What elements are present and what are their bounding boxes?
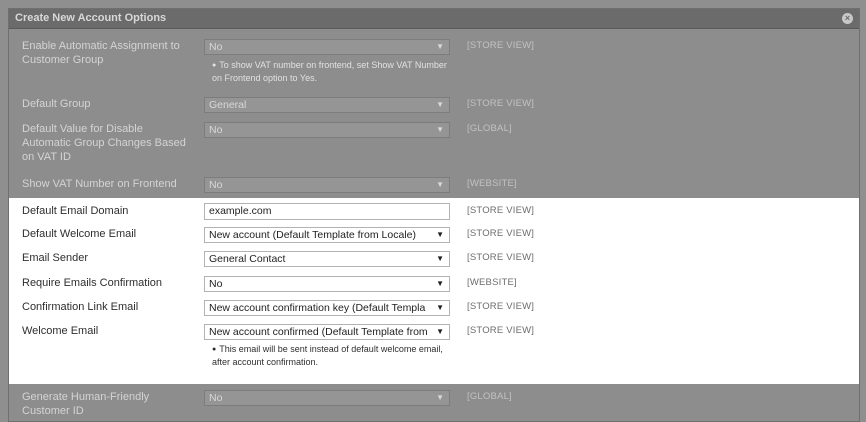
scope-label: [STORE VIEW] [467,98,535,109]
dropdown-arrow-icon: ▼ [436,230,444,239]
field-label: Default Group [22,98,91,110]
scope-label: [STORE VIEW] [467,325,535,336]
scope-label: [GLOBAL] [467,123,512,134]
default-welcome-email-select[interactable]: New account (Default Template from Local… [204,227,450,243]
field-label: Enable Automatic Assignment to Customer … [22,40,180,66]
select-value: New account confirmation key (Default Te… [209,302,426,314]
field-note: ● This email will be sent instead of defa… [212,343,457,369]
dropdown-arrow-icon: ▼ [436,327,444,336]
field-label: Default Welcome Email [22,228,137,240]
default-group-select[interactable]: General ▼ [204,97,450,113]
select-value: No [209,392,223,404]
panel-header[interactable]: Create New Account Options × [9,9,859,29]
select-value: New account confirmed (Default Template … [209,326,428,338]
scope-label: [STORE VIEW] [467,252,535,263]
welcome-email-select[interactable]: New account confirmed (Default Template … [204,324,450,340]
dropdown-arrow-icon: ▼ [436,180,444,189]
require-emails-confirmation-select[interactable]: No ▼ [204,276,450,292]
select-value: General [209,99,247,111]
select-value: No [209,124,223,136]
dropdown-arrow-icon: ▼ [436,279,444,288]
select-value: General Contact [209,253,286,265]
field-label: Confirmation Link Email [22,301,139,313]
show-vat-number-select[interactable]: No ▼ [204,177,450,193]
field-note: ● To show VAT number on frontend, set Sho… [212,59,452,85]
scope-label: [STORE VIEW] [467,40,535,51]
field-label: Welcome Email [22,325,99,337]
note-text: This email will be sent instead of defau… [212,344,443,367]
create-new-account-options-panel: Create New Account Options × Enable Auto… [8,8,860,422]
select-value: No [209,179,223,191]
dropdown-arrow-icon: ▼ [436,303,444,312]
select-value: New account (Default Template from Local… [209,229,416,241]
field-label: Generate Human-Friendly Customer ID [22,391,150,417]
dropdown-arrow-icon: ▼ [436,100,444,109]
enable-auto-assignment-select[interactable]: No ▼ [204,39,450,55]
dropdown-arrow-icon: ▼ [436,42,444,51]
select-value: No [209,278,223,290]
default-email-domain-input[interactable]: example.com [204,203,450,220]
generate-human-friendly-id-select[interactable]: No ▼ [204,390,450,406]
field-label: Email Sender [22,252,89,264]
scope-label: [WEBSITE] [467,277,517,288]
scope-label: [GLOBAL] [467,391,512,402]
field-label: Default Email Domain [22,205,129,217]
dropdown-arrow-icon: ▼ [436,254,444,263]
scope-label: [STORE VIEW] [467,205,535,216]
collapse-icon[interactable]: × [842,13,853,24]
scope-label: [STORE VIEW] [467,228,535,239]
field-label: Require Emails Confirmation [22,277,162,289]
select-value: No [209,41,223,53]
panel-title: Create New Account Options [15,12,167,24]
note-text: To show VAT number on frontend, set Show… [212,60,447,83]
email-sender-select[interactable]: General Contact ▼ [204,251,450,267]
scope-label: [STORE VIEW] [467,301,535,312]
field-label: Show VAT Number on Frontend [22,178,177,190]
confirmation-link-email-select[interactable]: New account confirmation key (Default Te… [204,300,450,316]
dropdown-arrow-icon: ▼ [436,125,444,134]
bullet-icon: ● [212,62,217,69]
dropdown-arrow-icon: ▼ [436,393,444,402]
bullet-icon: ● [212,346,217,353]
disable-auto-group-change-select[interactable]: No ▼ [204,122,450,138]
field-label: Default Value for Disable Automatic Grou… [22,123,186,163]
scope-label: [WEBSITE] [467,178,517,189]
